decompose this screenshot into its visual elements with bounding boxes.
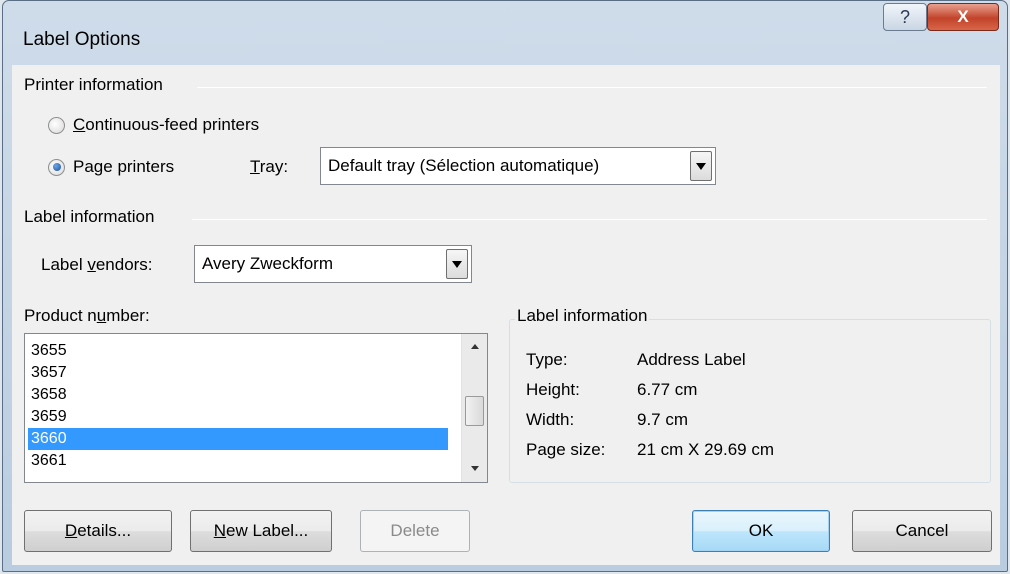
scroll-thumb[interactable] <box>465 396 484 426</box>
tray-dropdown[interactable]: Default tray (Sélection automatique) <box>320 147 716 185</box>
close-icon: X <box>957 7 969 26</box>
label-vendors-dropdown-button[interactable] <box>446 249 468 279</box>
help-button[interactable]: ? <box>883 3 927 31</box>
product-number-list[interactable]: 3655 3657 3658 3659 3660 3661 <box>24 333 488 483</box>
list-item[interactable]: 3661 <box>28 450 448 472</box>
height-key: Height: <box>526 380 580 399</box>
label-details-values: Address Label 6.77 cm 9.7 cm 21 cm X 29.… <box>637 345 774 465</box>
list-item-selected[interactable]: 3660 <box>28 428 448 450</box>
delete-button[interactable]: Delete <box>360 510 470 552</box>
tray-label: Tray: <box>250 157 289 176</box>
help-icon: ? <box>899 6 910 27</box>
dialog-title: Label Options <box>23 29 141 50</box>
label-details-keys: Type: Height: Width: Page size: <box>526 345 605 465</box>
product-number-label: Product number: <box>24 306 150 325</box>
list-item[interactable]: 3655 <box>28 340 448 362</box>
product-list-items: 3655 3657 3658 3659 3660 3661 <box>28 340 448 472</box>
cancel-button[interactable]: Cancel <box>852 510 992 552</box>
page-size-value: 21 cm X 29.69 cm <box>637 440 775 459</box>
continuous-feed-label: Continuous-feed printers <box>73 115 260 134</box>
chevron-down-icon <box>452 260 462 268</box>
list-item[interactable]: 3657 <box>28 362 448 384</box>
dialog-body: Printer information Continuous-feed prin… <box>12 65 1000 565</box>
radio-circle-selected <box>48 158 65 176</box>
tray-dropdown-button[interactable] <box>690 151 712 181</box>
tray-value: Default tray (Sélection automatique) <box>328 156 600 175</box>
chevron-down-icon <box>696 162 706 170</box>
label-details-heading: Label information <box>515 306 650 326</box>
page-printers-radio[interactable]: Page printers <box>48 157 174 177</box>
product-list-scrollbar[interactable] <box>461 334 487 482</box>
close-button[interactable]: X <box>927 3 999 31</box>
list-item[interactable]: 3658 <box>28 384 448 406</box>
label-vendors-dropdown[interactable]: Avery Zweckform <box>194 245 472 283</box>
ok-button[interactable]: OK <box>692 510 830 552</box>
label-info-separator <box>192 219 987 220</box>
radio-circle <box>48 116 65 134</box>
scroll-down-icon[interactable] <box>471 466 479 471</box>
title-bar[interactable]: Label Options ? X <box>3 1 1007 65</box>
label-options-dialog: Label Options ? X Printer information Co… <box>2 0 1008 572</box>
type-value: Address Label <box>637 350 746 369</box>
radio-dot <box>52 163 61 171</box>
new-label-button[interactable]: New Label... <box>190 510 332 552</box>
width-key: Width: <box>526 410 575 429</box>
printer-info-heading: Printer information <box>24 75 171 95</box>
list-item[interactable]: 3659 <box>28 406 448 428</box>
details-button[interactable]: Details... <box>24 510 172 552</box>
continuous-feed-radio[interactable]: Continuous-feed printers <box>48 115 259 135</box>
width-value: 9.7 cm <box>637 410 689 429</box>
type-key: Type: <box>526 350 568 369</box>
scroll-up-icon[interactable] <box>471 344 479 349</box>
label-vendors-label: Label vendors: <box>41 255 153 274</box>
height-value: 6.77 cm <box>637 380 698 399</box>
page-size-key: Page size: <box>526 440 606 459</box>
printer-info-separator <box>197 87 987 88</box>
page-printers-label: Page printers <box>73 157 175 176</box>
label-info-heading: Label information <box>24 207 163 227</box>
label-vendors-value: Avery Zweckform <box>202 254 333 273</box>
